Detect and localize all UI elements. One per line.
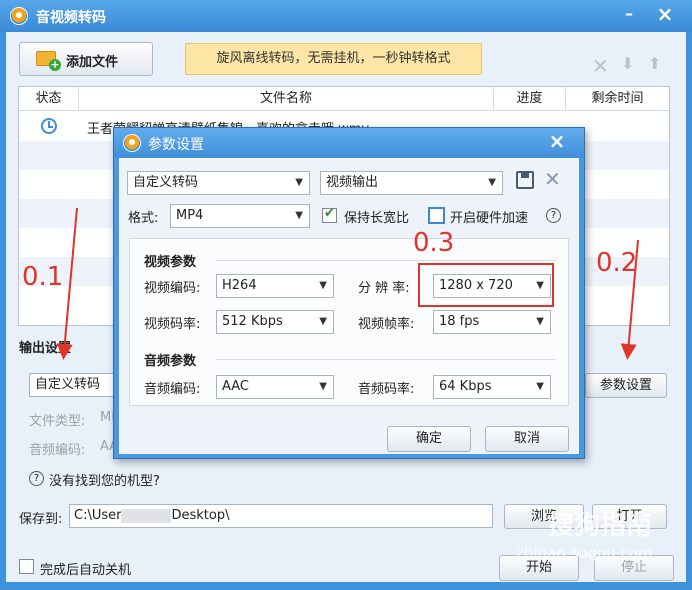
watermark-url: zhinan.sogou.com <box>516 544 653 562</box>
annotation-arrows <box>56 207 639 360</box>
watermark-logo-text: 搜狗指南 <box>548 511 653 541</box>
arrow-1 <box>56 207 78 360</box>
arrow-2 <box>620 239 639 360</box>
